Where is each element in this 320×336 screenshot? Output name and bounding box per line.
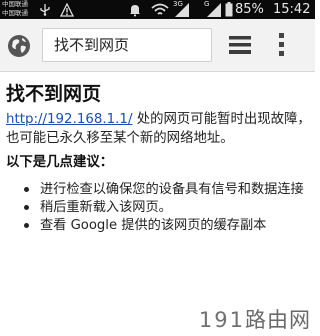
watermark-number: 191	[198, 308, 245, 332]
wifi-icon	[151, 3, 169, 15]
usb-icon	[40, 4, 50, 16]
carrier-label-2: 中国联通	[2, 9, 28, 17]
suggestion-item: 进行检查以确保您的设备具有信号和数据连接	[0, 181, 315, 199]
site-watermark: 191路由网	[199, 307, 311, 333]
status-time: 15:42	[273, 2, 311, 17]
battery-icon	[225, 2, 233, 17]
watermark-text: 路由网	[245, 308, 311, 332]
failed-url-link[interactable]: http://192.168.1.1/	[6, 112, 132, 127]
signal-icon	[175, 3, 189, 17]
suggestions-list: 进行检查以确保您的设备具有信号和数据连接 稍后重新载入该网页。 查看 Googl…	[0, 181, 315, 235]
alarm-icon	[130, 5, 140, 17]
error-page-title: 找不到网页	[6, 83, 102, 105]
address-bar[interactable]: 找不到网页	[42, 28, 212, 62]
overflow-menu-icon[interactable]	[272, 30, 292, 60]
status-bar: 中国联通 中国联通 3G G 85% 15:42	[0, 0, 315, 19]
battery-percent: 85%	[235, 2, 264, 17]
carrier-label-1: 中国联通	[2, 0, 28, 8]
signal-icon	[207, 3, 221, 17]
warning-icon	[60, 3, 74, 17]
error-message: http://192.168.1.1/ 处的网页可能暂时出现故障，也可能已永久移…	[6, 110, 311, 148]
suggestion-item: 查看 Google 提供的该网页的缓存副本	[0, 217, 315, 235]
globe-icon[interactable]	[7, 34, 31, 58]
suggestion-item: 稍后重新载入该网页。	[0, 199, 315, 217]
address-bar-title: 找不到网页	[54, 36, 130, 54]
tabs-icon[interactable]	[226, 33, 254, 57]
suggestions-heading: 以下是几点建议：	[6, 155, 114, 170]
browser-toolbar: 找不到网页	[0, 19, 315, 72]
